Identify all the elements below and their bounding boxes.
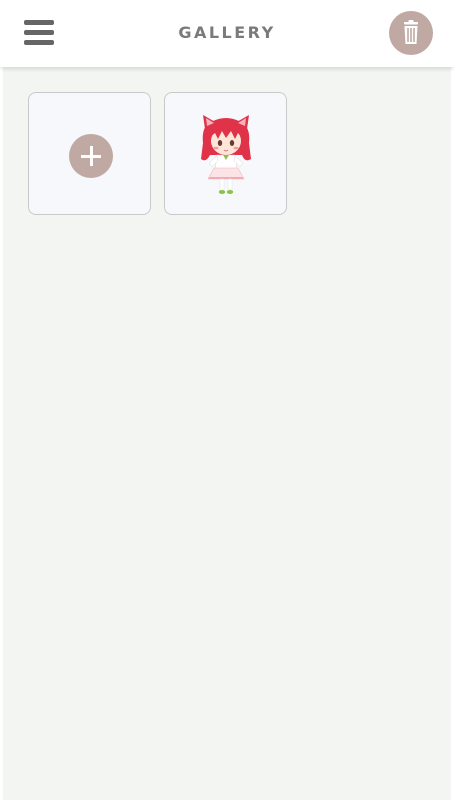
delete-button[interactable] (389, 11, 433, 55)
gallery-content (3, 67, 451, 800)
app-root: GALLERY (0, 0, 454, 800)
chibi-character-thumbnail (201, 115, 251, 194)
menu-button[interactable] (22, 17, 56, 49)
plus-icon (69, 134, 113, 178)
add-image-tile[interactable] (28, 92, 151, 215)
gallery-item[interactable] (164, 92, 287, 215)
page-title: GALLERY (178, 23, 276, 42)
trash-icon (389, 11, 433, 55)
top-app-bar: GALLERY (0, 0, 454, 67)
